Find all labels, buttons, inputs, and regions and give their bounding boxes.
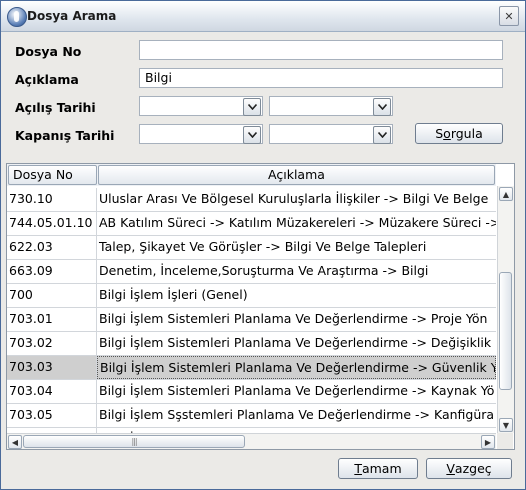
table-row[interactable]: 703.02 Bilgi İşlem Sistemleri Planlama Ve…	[7, 332, 496, 356]
kapanis-tarihi-to-select[interactable]	[269, 124, 393, 144]
cell-dosya-no: 730.10	[7, 188, 97, 211]
table-body: 730.10 Uluslar Arası Ve Bölgesel Kuruluşl…	[7, 188, 496, 433]
close-button[interactable]: ✕	[499, 6, 519, 26]
kapanis-tarihi-from-select[interactable]	[139, 124, 263, 144]
scroll-left-icon[interactable]: ◀	[8, 435, 22, 449]
cell-aciklama: Bilgi İşlem Sistemleri Planlama Ve Değer…	[99, 383, 495, 398]
acilis-tarihi-from-select[interactable]	[139, 96, 263, 116]
cell-aciklama: Talep, Şikayet Ve Görüşler -> Bilgi Ve B…	[99, 239, 427, 254]
kapanis-tarihi-label: Kapanış Tarihi	[15, 128, 115, 143]
chevron-down-icon[interactable]	[373, 98, 391, 116]
cell-aciklama: Bilgi İşlem Sistemleri Planlama Ve Değer…	[99, 335, 492, 350]
table-row[interactable]: 700 Bilgi İşlem İşleri (Genel)	[7, 284, 496, 308]
cell-aciklama: Denetim, İnceleme,Soruşturma Ve Araştırm…	[99, 263, 429, 278]
scroll-right-icon[interactable]: ▶	[481, 435, 495, 449]
cell-dosya-no: 703.04	[7, 380, 97, 403]
cell-dosya-no: 622.03	[7, 236, 97, 259]
horizontal-scrollbar[interactable]: ◀ ||| ▶	[7, 433, 496, 449]
close-icon: ✕	[504, 9, 514, 23]
cell-aciklama: Uluslar Arası Ve Bölgesel Kuruluşlarla İ…	[99, 191, 489, 206]
cell-dosya-no: 744.05.01.10	[7, 212, 97, 235]
aciklama-label: Açıklama	[15, 72, 79, 87]
vazgec-button[interactable]: Vazgeç	[426, 458, 512, 479]
cell-dosya-no: 703.02	[7, 332, 97, 355]
sorgula-button[interactable]: So rgula	[415, 123, 503, 144]
dosya-no-input[interactable]	[139, 40, 503, 60]
table-row[interactable]: 703.05 Bilgi İşlem Sşstemleri Planlama Ve…	[7, 404, 496, 428]
table-row[interactable]: 703.04 Bilgi İşlem Sistemleri Planlama Ve…	[7, 380, 496, 404]
scroll-corner	[497, 433, 513, 449]
table-row[interactable]: 703.03 Bilgi İşlem Sistemleri Planlama Ve…	[7, 356, 496, 380]
acilis-tarihi-to-select[interactable]	[269, 96, 393, 116]
results-table: Dosya No Açıklama 730.10 Uluslar Arası Ve…	[6, 163, 515, 450]
cell-aciklama: Bilgi İşlem İşleri (Genel)	[99, 287, 248, 302]
cell-dosya-no: 703.05	[7, 404, 97, 427]
cell-aciklama: Bilgi İşlem Sşstemleri Planlama Ve Değer…	[99, 407, 495, 422]
column-header-dosya-no[interactable]: Dosya No	[8, 165, 97, 185]
tamam-button[interactable]: Tamam	[338, 458, 418, 479]
title-bar[interactable]: Dosya Arama ✕	[1, 1, 525, 32]
horizontal-scroll-thumb[interactable]: |||	[23, 435, 245, 448]
cell-dosya-no: 703.03	[7, 356, 97, 379]
scroll-down-icon[interactable]: ▼	[499, 418, 513, 432]
table-row[interactable]: 703.01 Bilgi İşlem Sistemleri Planlama Ve…	[7, 308, 496, 332]
table-row[interactable]: 744.05.01.10 AB Katılım Süreci -> Katılım…	[7, 212, 496, 236]
cell-aciklama: Bilgi İşlem Sistemleri Planlama Ve Değer…	[97, 356, 496, 379]
cell-dosya-no: 663.09	[7, 260, 97, 283]
table-row[interactable]: 622.03 Talep, Şikayet Ve Görüşler -> Bilg…	[7, 236, 496, 260]
cell-dosya-no: 703.01	[7, 308, 97, 331]
vertical-scrollbar[interactable]: ▲ ▼	[497, 186, 514, 433]
cell-aciklama: Bilgi İşlem Sistemleri Planlama Ve Değer…	[99, 311, 488, 326]
dosya-no-label: Dosya No	[15, 44, 82, 59]
vertical-scroll-thumb[interactable]	[499, 272, 512, 390]
window-title: Dosya Arama	[27, 9, 117, 23]
dosya-arama-dialog: Dosya Arama ✕ Dosya No Açıklama Bilgi Aç…	[0, 0, 526, 490]
chevron-down-icon[interactable]	[373, 126, 391, 144]
cell-aciklama: AB Katılım Süreci -> Katılım Müzakereler…	[99, 215, 496, 230]
cell-dosya-no: 700	[7, 284, 97, 307]
chevron-down-icon[interactable]	[243, 126, 261, 144]
app-icon	[7, 7, 27, 27]
scroll-up-icon[interactable]: ▲	[499, 187, 513, 201]
acilis-tarihi-label: Açılış Tarihi	[15, 100, 96, 115]
table-row[interactable]: 730.10 Uluslar Arası Ve Bölgesel Kuruluşl…	[7, 188, 496, 212]
table-header: Dosya No Açıklama	[7, 164, 496, 186]
table-row[interactable]: 663.09 Denetim, İnceleme,Soruşturma Ve Ar…	[7, 260, 496, 284]
aciklama-input[interactable]: Bilgi	[139, 68, 503, 88]
column-header-aciklama[interactable]: Açıklama	[98, 165, 495, 185]
chevron-down-icon[interactable]	[243, 98, 261, 116]
